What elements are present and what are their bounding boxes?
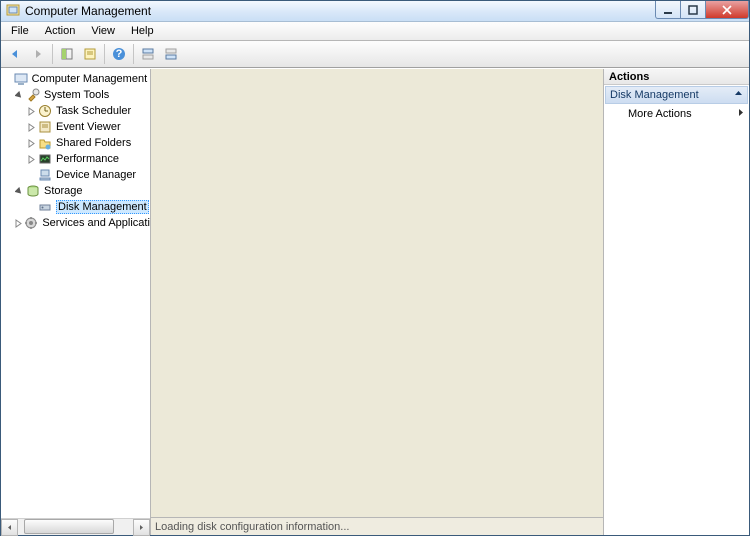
actions-group-header[interactable]: Disk Management <box>605 86 748 104</box>
tree-item-label: System Tools <box>44 89 109 101</box>
minimize-button[interactable] <box>655 1 681 19</box>
expand-icon[interactable] <box>25 105 37 117</box>
content: Computer Management (Local System Tools … <box>1 68 749 535</box>
clock-icon <box>37 103 53 119</box>
tree-disk-management[interactable]: Disk Management <box>1 199 150 215</box>
view-top-button[interactable] <box>137 43 159 65</box>
services-icon <box>23 215 39 231</box>
forward-button[interactable] <box>27 43 49 65</box>
storage-icon <box>25 183 41 199</box>
collapse-triangle-icon <box>734 89 743 101</box>
tree-item-label: Shared Folders <box>56 137 131 149</box>
window-buttons <box>656 1 749 19</box>
tree-item-label: Computer Management (Local <box>32 73 150 85</box>
scroll-left-button[interactable] <box>1 519 18 536</box>
toolbar-separator <box>52 44 53 64</box>
expand-icon[interactable] <box>25 153 37 165</box>
device-manager-icon <box>37 167 53 183</box>
show-hide-tree-button[interactable] <box>56 43 78 65</box>
properties-button[interactable] <box>79 43 101 65</box>
tree-item-label: Device Manager <box>56 169 136 181</box>
status-text: Loading disk configuration information..… <box>155 521 349 533</box>
disk-icon <box>37 199 53 215</box>
tree-item-label: Performance <box>56 153 119 165</box>
tree-item-label: Disk Management <box>56 200 149 214</box>
tree-shared-folders[interactable]: Shared Folders <box>1 135 150 151</box>
status-bar: Loading disk configuration information..… <box>151 517 603 535</box>
menu-file[interactable]: File <box>3 23 37 39</box>
submenu-arrow-icon <box>738 108 744 120</box>
view-bottom-button[interactable] <box>160 43 182 65</box>
performance-icon <box>37 151 53 167</box>
toolbar: ? <box>1 41 749 68</box>
actions-group-label: Disk Management <box>610 89 699 101</box>
tree[interactable]: Computer Management (Local System Tools … <box>1 69 150 518</box>
tree-services-applications[interactable]: Services and Applications <box>1 215 150 231</box>
expand-icon[interactable] <box>25 121 37 133</box>
actions-more-actions[interactable]: More Actions <box>604 105 749 122</box>
menu-help[interactable]: Help <box>123 23 162 39</box>
window-title: Computer Management <box>25 4 656 18</box>
tree-storage[interactable]: Storage <box>1 183 150 199</box>
computer-management-icon <box>13 71 29 87</box>
menu-view[interactable]: View <box>83 23 123 39</box>
tree-item-label: Services and Applications <box>42 217 150 229</box>
titlebar[interactable]: Computer Management <box>1 1 749 22</box>
tree-performance[interactable]: Performance <box>1 151 150 167</box>
help-button[interactable]: ? <box>108 43 130 65</box>
tree-device-manager[interactable]: Device Manager <box>1 167 150 183</box>
center-pane: Loading disk configuration information..… <box>151 69 604 535</box>
window: Computer Management File Action View Hel… <box>0 0 750 536</box>
actions-header: Actions <box>604 69 749 85</box>
collapse-icon[interactable] <box>13 89 25 101</box>
tree-item-label: Storage <box>44 185 83 197</box>
scroll-right-button[interactable] <box>133 519 150 536</box>
actions-pane: Actions Disk Management More Actions <box>604 69 749 535</box>
svg-text:?: ? <box>116 48 123 60</box>
tree-task-scheduler[interactable]: Task Scheduler <box>1 103 150 119</box>
maximize-button[interactable] <box>680 1 706 19</box>
horizontal-scrollbar[interactable] <box>1 518 150 535</box>
tree-item-label: Task Scheduler <box>56 105 131 117</box>
menu-action[interactable]: Action <box>37 23 84 39</box>
event-log-icon <box>37 119 53 135</box>
scroll-thumb[interactable] <box>24 519 114 534</box>
close-button[interactable] <box>705 1 749 19</box>
tree-root-item[interactable]: Computer Management (Local <box>1 71 150 87</box>
tree-event-viewer[interactable]: Event Viewer <box>1 119 150 135</box>
toolbar-separator <box>104 44 105 64</box>
collapse-icon[interactable] <box>3 73 13 85</box>
back-button[interactable] <box>4 43 26 65</box>
tree-system-tools[interactable]: System Tools <box>1 87 150 103</box>
tree-item-label: Event Viewer <box>56 121 121 133</box>
toolbar-separator <box>133 44 134 64</box>
tree-pane: Computer Management (Local System Tools … <box>1 69 151 535</box>
expand-icon[interactable] <box>25 137 37 149</box>
collapse-icon[interactable] <box>13 185 25 197</box>
scroll-track[interactable] <box>18 519 133 536</box>
center-body <box>151 69 603 517</box>
menubar: File Action View Help <box>1 22 749 41</box>
tools-icon <box>25 87 41 103</box>
app-icon <box>5 3 21 19</box>
expand-icon[interactable] <box>13 217 23 229</box>
actions-item-label: More Actions <box>628 108 692 120</box>
shared-folder-icon <box>37 135 53 151</box>
